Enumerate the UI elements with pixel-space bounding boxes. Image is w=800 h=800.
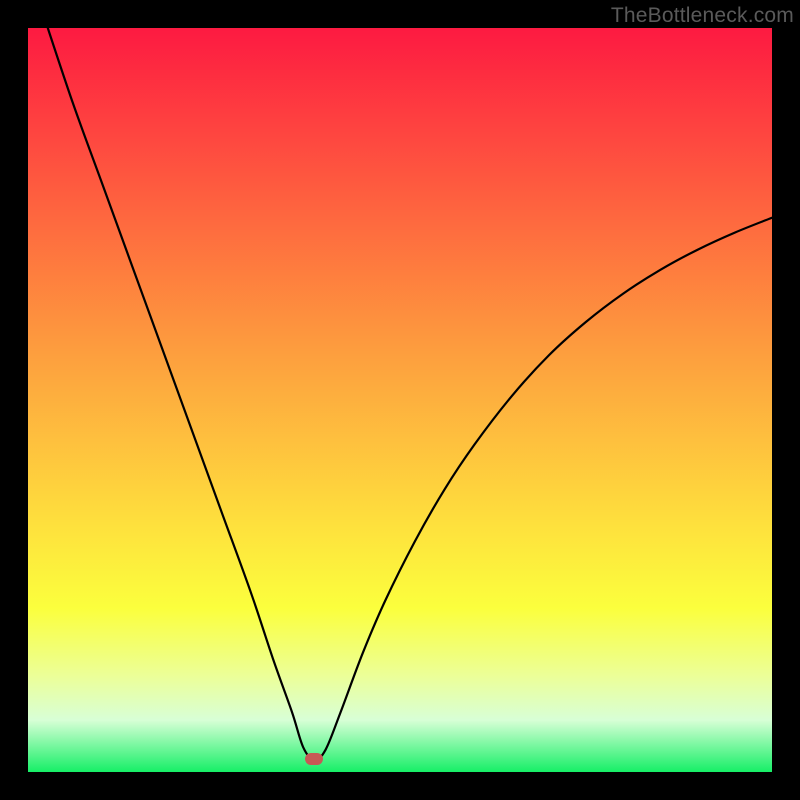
watermark-text: TheBottleneck.com bbox=[611, 4, 794, 28]
chart-background-gradient bbox=[28, 28, 772, 772]
chart-frame: TheBottleneck.com bbox=[0, 0, 800, 800]
optimal-point-marker bbox=[305, 753, 323, 765]
